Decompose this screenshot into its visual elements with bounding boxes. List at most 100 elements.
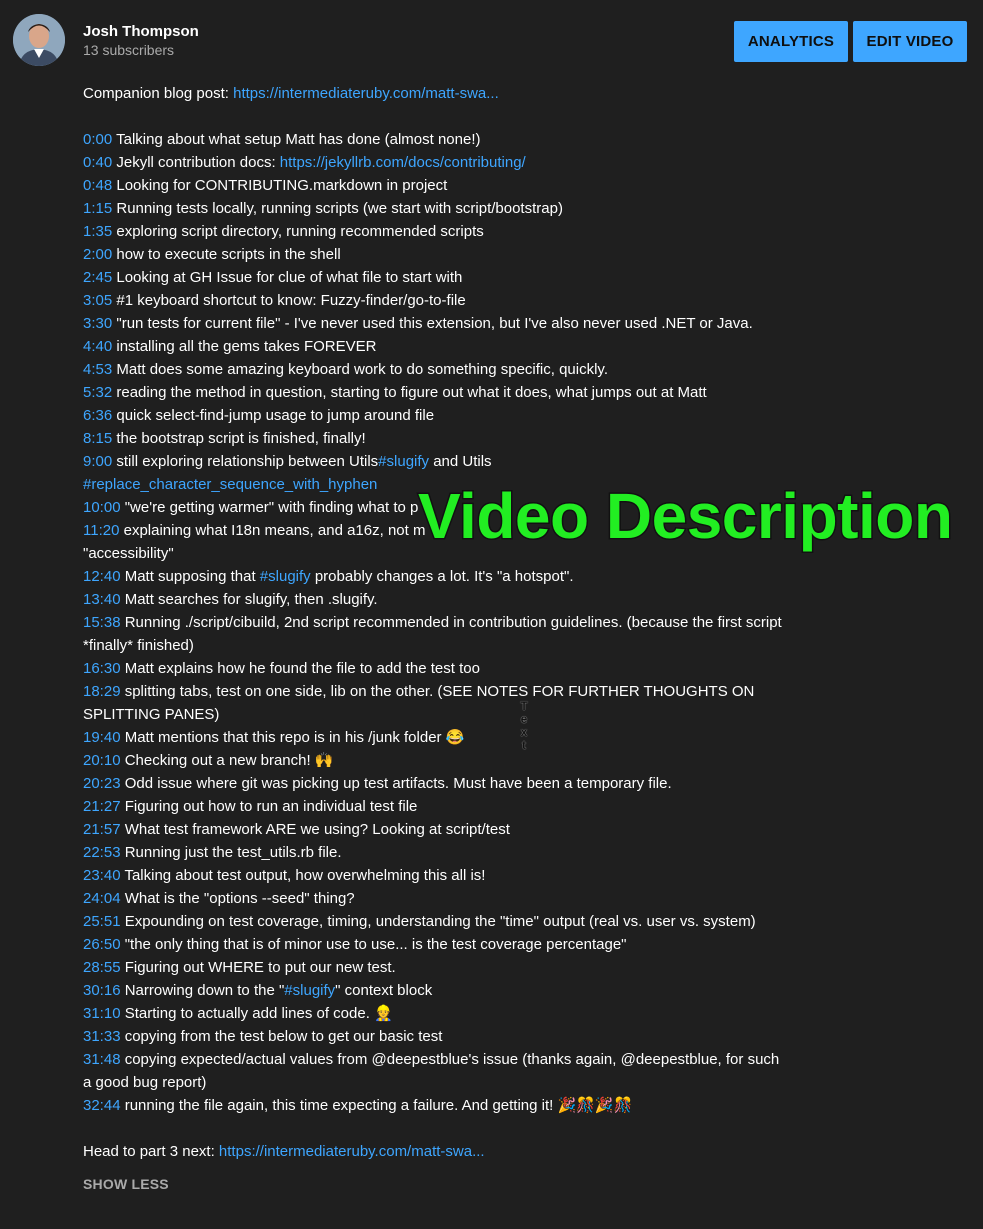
timestamp-link[interactable]: 31:33 [83,1028,121,1045]
timestamp-link[interactable]: 4:40 [83,338,112,355]
timestamp-link[interactable]: 10:00 [83,499,121,516]
timestamp-row: 16:30 Matt explains how he found the fil… [83,657,783,680]
timestamp-link[interactable]: 2:00 [83,246,112,263]
timestamp-link[interactable]: 24:04 [83,890,121,907]
timestamp-text: exploring script directory, running reco… [112,223,484,240]
timestamp-text: What test framework ARE we using? Lookin… [120,821,510,838]
timestamp-row: 20:23 Odd issue where git was picking up… [83,772,783,795]
show-less-button[interactable]: SHOW LESS [83,1173,169,1196]
timestamp-link[interactable]: 11:20 [83,522,119,539]
hashtag-link[interactable]: #replace_character_sequence_with_hyphen [83,476,377,493]
timestamp-row: 3:05 #1 keyboard shortcut to know: Fuzzy… [83,289,783,312]
timestamp-link[interactable]: 9:00 [83,453,112,470]
timestamp-row: 21:57 What test framework ARE we using? … [83,818,783,841]
timestamp-text: copying expected/actual values from @dee… [83,1051,780,1091]
timestamp-link[interactable]: 8:15 [83,430,112,447]
timestamp-row: 5:32 reading the method in question, sta… [83,381,783,404]
timestamp-row: 31:10 Starting to actually add lines of … [83,1002,783,1025]
timestamp-link[interactable]: 20:10 [83,752,121,769]
video-owner-header: Josh Thompson 13 subscribers ANALYTICS E… [0,0,983,80]
timestamp-link[interactable]: 0:00 [83,131,112,148]
channel-name[interactable]: Josh Thompson [83,23,199,40]
timestamp-row: 23:40 Talking about test output, how ove… [83,864,783,887]
timestamp-row: 21:27 Figuring out how to run an individ… [83,795,783,818]
timestamp-row: 4:40 installing all the gems takes FOREV… [83,335,783,358]
timestamp-link[interactable]: 23:40 [83,867,121,884]
timestamp-link[interactable]: 20:23 [83,775,121,792]
timestamp-text: #1 keyboard shortcut to know: Fuzzy-find… [112,292,466,309]
timestamp-text-continued: "accessibility" [83,545,174,562]
timestamp-link[interactable]: 26:50 [83,936,121,953]
timestamp-link[interactable]: 0:48 [83,177,112,194]
timestamp-row: 28:55 Figuring out WHERE to put our new … [83,956,783,979]
timestamp-link[interactable]: 4:53 [83,361,112,378]
timestamp-text: " context block [335,982,433,999]
timestamp-text: Matt supposing that [120,568,260,585]
timestamp-link[interactable]: 28:55 [83,959,121,976]
hashtag-link[interactable]: #slugify [378,453,429,470]
timestamp-text: Running just the test_utils.rb file. [120,844,342,861]
hashtag-link[interactable]: #slugify [260,568,311,585]
hashtag-link[interactable]: #slugify [284,982,335,999]
timestamp-link[interactable]: 6:36 [83,407,112,424]
timestamp-row: 2:45 Looking at GH Issue for clue of wha… [83,266,783,289]
timestamp-text: Looking for CONTRIBUTING.markdown in pro… [112,177,448,194]
timestamp-link[interactable]: 2:45 [83,269,112,286]
part3-prefix: Head to part 3 next: [83,1143,219,1160]
timestamp-link[interactable]: 31:48 [83,1051,121,1068]
channel-avatar[interactable] [13,14,65,66]
timestamp-row: 2:00 how to execute scripts in the shell [83,243,783,266]
timestamp-link[interactable]: 32:44 [83,1097,121,1114]
part3-link[interactable]: https://intermediateruby.com/matt-swa... [219,1143,485,1160]
timestamp-row: 0:48 Looking for CONTRIBUTING.markdown i… [83,174,783,197]
timestamp-row: 8:15 the bootstrap script is finished, f… [83,427,783,450]
timestamp-text: explaining what I18n means, and a16z, no… [119,522,426,539]
timestamp-text: Expounding on test coverage, timing, und… [120,913,756,930]
timestamp-text: Running ./script/cibuild, 2nd script rec… [83,614,782,654]
timestamp-link[interactable]: 13:40 [83,591,121,608]
subscriber-count: 13 subscribers [83,42,175,58]
timestamp-text: running the file again, this time expect… [120,1097,633,1114]
timestamp-text: reading the method in question, starting… [112,384,707,401]
timestamp-row: 4:53 Matt does some amazing keyboard wor… [83,358,783,381]
timestamp-link[interactable]: 3:05 [83,292,112,309]
timestamp-link[interactable]: 22:53 [83,844,121,861]
timestamp-link[interactable]: 12:40 [83,568,121,585]
timestamp-link[interactable]: 15:38 [83,614,121,631]
timestamp-text: installing all the gems takes FOREVER [112,338,377,355]
timestamp-link[interactable]: 25:51 [83,913,121,930]
timestamp-row: 32:44 running the file again, this time … [83,1094,783,1117]
timestamp-row: 24:04 What is the "options --seed" thing… [83,887,783,910]
timestamp-text: Odd issue where git was picking up test … [120,775,672,792]
timestamp-link[interactable]: 16:30 [83,660,121,677]
timestamp-text: Matt mentions that this repo is in his /… [120,729,465,746]
timestamp-link[interactable]: 3:30 [83,315,112,332]
timestamp-text: how to execute scripts in the shell [112,246,341,263]
timestamp-link[interactable]: 21:27 [83,798,121,815]
timestamp-text: What is the "options --seed" thing? [120,890,355,907]
edit-video-button[interactable]: EDIT VIDEO [853,21,967,62]
timestamp-list: 0:00 Talking about what setup Matt has d… [83,128,783,1117]
avatar-image [13,14,65,66]
timestamp-row: 3:30 "run tests for current file" - I've… [83,312,783,335]
timestamp-row: 1:35 exploring script directory, running… [83,220,783,243]
timestamp-row: 15:38 Running ./script/cibuild, 2nd scri… [83,611,783,657]
timestamp-link[interactable]: 18:29 [83,683,121,700]
vertical-text-label: Text [518,700,530,752]
timestamp-link[interactable]: 21:57 [83,821,121,838]
companion-link[interactable]: https://intermediateruby.com/matt-swa... [233,85,499,102]
timestamp-link[interactable]: 0:40 [83,154,112,171]
timestamp-link[interactable]: 19:40 [83,729,121,746]
timestamp-link[interactable]: 1:35 [83,223,112,240]
description-link[interactable]: https://jekyllrb.com/docs/contributing/ [280,154,526,171]
timestamp-link[interactable]: 1:15 [83,200,112,217]
timestamp-text: Figuring out WHERE to put our new test. [120,959,396,976]
timestamp-row: 31:33 copying from the test below to get… [83,1025,783,1048]
companion-prefix: Companion blog post: [83,85,234,102]
timestamp-link[interactable]: 5:32 [83,384,112,401]
analytics-button[interactable]: ANALYTICS [734,21,848,62]
timestamp-link[interactable]: 31:10 [83,1005,121,1022]
timestamp-text: Jekyll contribution docs: [112,154,280,171]
timestamp-link[interactable]: 30:16 [83,982,121,999]
